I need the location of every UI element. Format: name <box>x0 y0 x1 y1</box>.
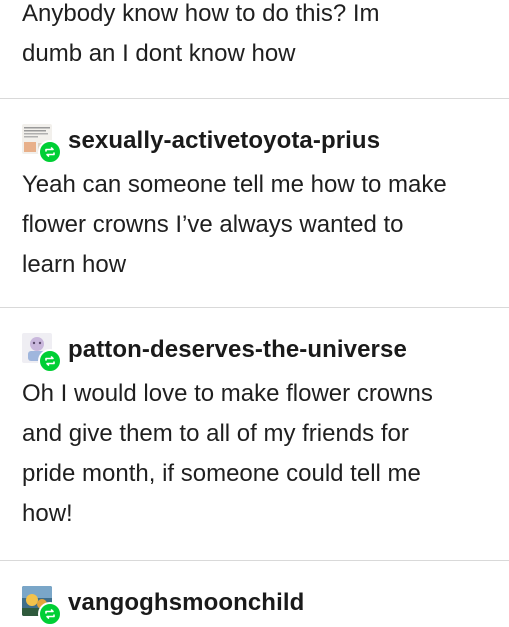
post-reblog-3: vangoghsmoonchild <box>0 583 509 626</box>
post-line: Yeah can someone tell me how to make <box>22 171 447 198</box>
avatar[interactable] <box>22 333 62 373</box>
username-link[interactable]: patton-deserves-the-universe <box>68 336 407 364</box>
post-reblog-1: sexually-activetoyota-prius Yeah can som… <box>0 121 509 285</box>
post-reblog-2: patton-deserves-the-universe Oh I would … <box>0 330 509 534</box>
reblog-icon <box>38 602 62 626</box>
divider <box>0 307 509 308</box>
post-line: how! <box>22 500 73 527</box>
avatar[interactable] <box>22 586 62 626</box>
divider <box>0 98 509 99</box>
post-line: dumb an I dont know how <box>22 40 296 67</box>
post-header: sexually-activetoyota-prius <box>22 121 495 164</box>
post-body: Yeah can someone tell me how to make flo… <box>22 165 495 285</box>
username-link[interactable]: sexually-activetoyota-prius <box>68 127 380 155</box>
post-line: Oh I would love to make flower crowns <box>22 380 433 407</box>
reblog-thread: Anybody know how to do this? Im dumb an … <box>0 0 509 627</box>
reblog-icon <box>38 349 62 373</box>
post-line: flower crowns I’ve always wanted to <box>22 211 404 238</box>
post-line: Anybody know how to do this? Im <box>22 0 380 27</box>
post-line: learn how <box>22 251 127 278</box>
post-original: Anybody know how to do this? Im dumb an … <box>0 0 509 74</box>
post-line: pride month, if someone could tell me <box>22 460 421 487</box>
divider <box>0 560 509 561</box>
post-body: Oh I would love to make flower crowns an… <box>22 374 495 534</box>
avatar[interactable] <box>22 124 62 164</box>
post-body: Anybody know how to do this? Im dumb an … <box>22 0 495 74</box>
post-header: vangoghsmoonchild <box>22 583 495 626</box>
reblog-icon <box>38 140 62 164</box>
post-line: and give them to all of my friends for <box>22 420 409 447</box>
username-link[interactable]: vangoghsmoonchild <box>68 589 304 617</box>
post-header: patton-deserves-the-universe <box>22 330 495 373</box>
